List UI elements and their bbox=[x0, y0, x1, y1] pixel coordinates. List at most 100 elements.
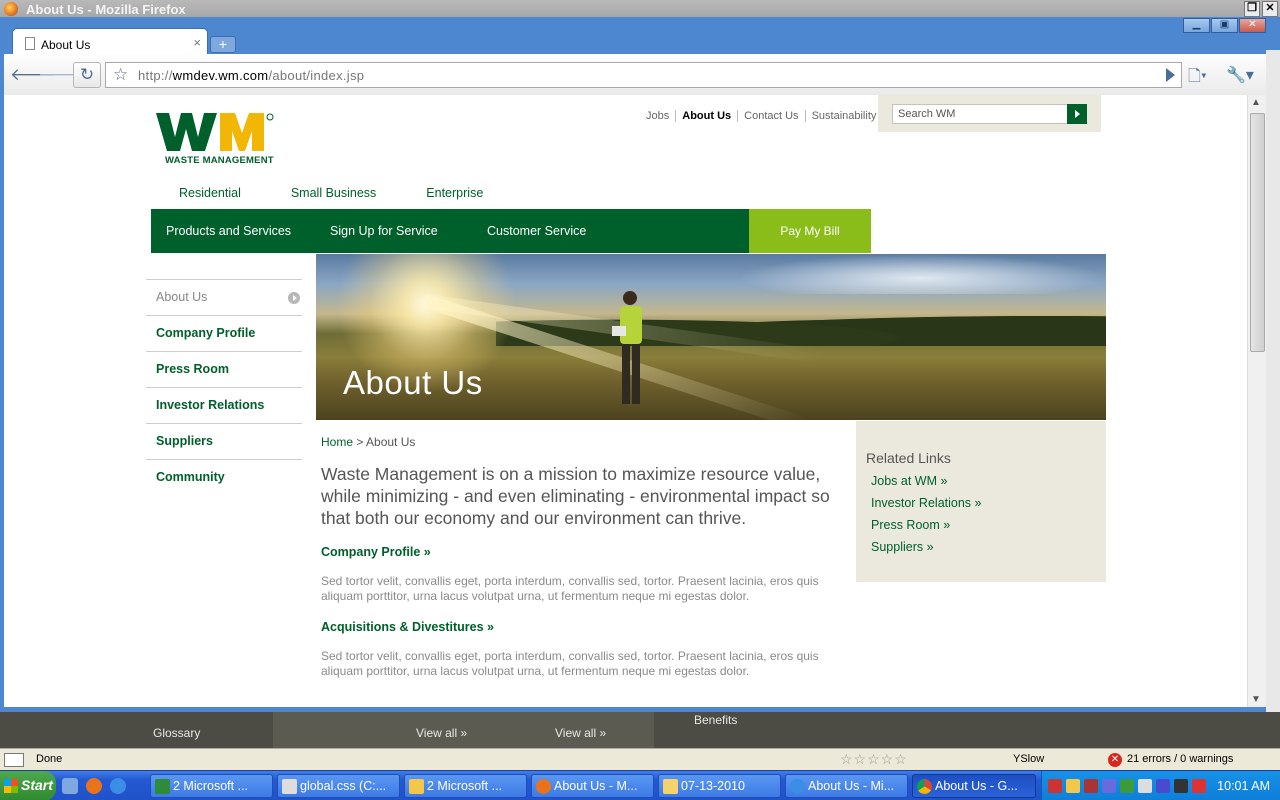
page-menu-icon[interactable]: 🗋▾ bbox=[1188, 65, 1207, 92]
related-link-suppliers[interactable]: Suppliers » bbox=[871, 540, 1096, 554]
tray-outlook-icon[interactable] bbox=[1066, 779, 1080, 793]
util-link-jobs[interactable]: Jobs bbox=[640, 110, 675, 122]
folder-icon bbox=[663, 779, 678, 794]
sidebar-item-company-profile[interactable]: Company Profile bbox=[146, 315, 302, 351]
sidebar-item-investor-relations[interactable]: Investor Relations bbox=[146, 387, 302, 423]
status-text: Done bbox=[36, 753, 63, 765]
start-button[interactable]: Start bbox=[0, 771, 56, 800]
tray-monitor-icon[interactable] bbox=[1102, 779, 1116, 793]
yslow-label[interactable]: YSlow bbox=[1013, 753, 1044, 765]
tray-app-icon[interactable] bbox=[1120, 779, 1134, 793]
hero-clouds bbox=[736, 254, 1106, 294]
scroll-down-icon[interactable]: ▼ bbox=[1251, 694, 1261, 705]
status-icon bbox=[4, 753, 24, 767]
wm-logo[interactable]: WASTE MANAGEMENT bbox=[154, 111, 304, 167]
breadcrumb-current: About Us bbox=[366, 435, 416, 449]
intro-text: Waste Management is on a mission to maxi… bbox=[321, 464, 830, 528]
footer-benefits[interactable]: Benefits bbox=[694, 713, 737, 727]
error-icon[interactable]: ✕ bbox=[1108, 753, 1122, 767]
wrench-menu-icon[interactable]: 🔧▾ bbox=[1226, 65, 1254, 85]
bookmark-star-icon[interactable]: ☆ bbox=[113, 65, 128, 85]
clock: 10:01 AM bbox=[1217, 779, 1270, 793]
tab-close-icon[interactable]: × bbox=[193, 35, 201, 50]
tray-shield-icon[interactable] bbox=[1048, 779, 1062, 793]
forward-icon[interactable]: 🡒 bbox=[38, 63, 84, 87]
hero-title: About Us bbox=[343, 364, 483, 401]
footer-glossary[interactable]: Glossary bbox=[153, 726, 200, 740]
tray-sync-icon[interactable] bbox=[1174, 779, 1188, 793]
search-input[interactable]: Search WM bbox=[892, 104, 1068, 124]
nav-sign-up[interactable]: Sign Up for Service bbox=[330, 224, 438, 238]
tab-about-us[interactable]: About Us × bbox=[12, 28, 208, 55]
url-text[interactable]: http://wmdev.wm.com/about/index.jsp bbox=[138, 68, 364, 83]
taskbar-button-folder[interactable]: 07-13-2010 bbox=[658, 774, 781, 798]
util-link-about-us[interactable]: About Us bbox=[675, 110, 737, 122]
sidebar-item-press-room[interactable]: Press Room bbox=[146, 351, 302, 387]
tray-volume-icon[interactable] bbox=[1156, 779, 1170, 793]
tray-tool-icon[interactable] bbox=[1138, 779, 1152, 793]
nav-products-services[interactable]: Products and Services bbox=[166, 224, 291, 238]
tab-label: About Us bbox=[41, 38, 91, 52]
page-scrollbar[interactable]: ▲ ▼ bbox=[1247, 95, 1266, 707]
close-icon[interactable]: ✕ bbox=[1262, 1, 1278, 17]
taskbar-button-global-css[interactable]: global.css (C:... bbox=[277, 774, 400, 798]
back-icon[interactable]: 🡐 bbox=[10, 63, 56, 87]
segment-enterprise[interactable]: Enterprise bbox=[426, 186, 483, 200]
segment-residential[interactable]: Residential bbox=[179, 186, 241, 200]
related-link-jobs[interactable]: Jobs at WM » bbox=[871, 474, 1096, 488]
new-tab-button[interactable]: + bbox=[210, 36, 236, 53]
breadcrumb: Home > About Us bbox=[321, 435, 836, 449]
related-link-press-room[interactable]: Press Room » bbox=[871, 518, 1096, 532]
quicklaunch-desktop-icon[interactable] bbox=[62, 778, 78, 794]
taskbar-button-firefox[interactable]: About Us - M... bbox=[531, 774, 654, 798]
quicklaunch-firefox-icon[interactable] bbox=[86, 778, 102, 794]
taskbar-button-ie[interactable]: About Us - Mi... bbox=[785, 774, 908, 798]
page-viewport: WASTE MANAGEMENT Jobs About Us Contact U… bbox=[4, 95, 1247, 707]
taskbar-button-excel[interactable]: 2 Microsoft ... bbox=[150, 774, 273, 798]
scroll-up-icon[interactable]: ▲ bbox=[1251, 97, 1261, 108]
breadcrumb-home[interactable]: Home bbox=[321, 435, 353, 449]
tray-network-icon[interactable] bbox=[1084, 779, 1098, 793]
search-go-button[interactable] bbox=[1067, 104, 1087, 124]
related-links-heading: Related Links bbox=[866, 450, 951, 466]
tray-alert-icon[interactable] bbox=[1192, 779, 1206, 793]
outlook-icon bbox=[409, 779, 424, 794]
scrollbar-thumb[interactable] bbox=[1250, 113, 1265, 352]
wm-logo-mark bbox=[156, 113, 274, 151]
util-link-contact-us[interactable]: Contact Us bbox=[737, 110, 804, 122]
pay-my-bill-button[interactable]: Pay My Bill bbox=[749, 209, 871, 253]
go-arrow-icon[interactable] bbox=[1166, 68, 1175, 82]
utility-nav: Jobs About Us Contact Us Sustainability bbox=[640, 110, 882, 122]
main-content: Home > About Us Waste Management is on a… bbox=[321, 435, 836, 679]
related-link-investor-relations[interactable]: Investor Relations » bbox=[871, 496, 1096, 510]
page-icon bbox=[25, 37, 35, 50]
minimize-icon[interactable]: ▁ bbox=[1183, 18, 1210, 33]
nav-customer-service[interactable]: Customer Service bbox=[487, 224, 586, 238]
window-close-icon[interactable]: ✕ bbox=[1239, 18, 1266, 33]
reload-button[interactable]: ↻ bbox=[73, 62, 101, 88]
taskbar-button-outlook[interactable]: 2 Microsoft ... bbox=[404, 774, 527, 798]
maximize-icon[interactable]: ▣ bbox=[1211, 18, 1238, 33]
background-window-scrollbar bbox=[1266, 50, 1280, 750]
restore-icon[interactable]: ❐ bbox=[1244, 1, 1260, 17]
hero-banner: About Us bbox=[316, 254, 1106, 420]
breadcrumb-separator: > bbox=[353, 435, 367, 449]
segment-small-business[interactable]: Small Business bbox=[291, 186, 376, 200]
sidebar-item-about-us[interactable]: About Us bbox=[146, 279, 302, 315]
section-heading-company-profile[interactable]: Company Profile » bbox=[321, 545, 836, 559]
section-heading-acquisitions[interactable]: Acquisitions & Divestitures » bbox=[321, 620, 836, 634]
footer-view-all-1[interactable]: View all » bbox=[416, 726, 467, 740]
firefox-icon bbox=[4, 2, 18, 16]
footer-view-all-2[interactable]: View all » bbox=[555, 726, 606, 740]
sidebar-item-suppliers[interactable]: Suppliers bbox=[146, 423, 302, 459]
util-link-sustainability[interactable]: Sustainability bbox=[804, 110, 883, 122]
browser-toolbar: 🡐 🡒 ↻ ☆ http://wmdev.wm.com/about/index.… bbox=[4, 54, 1276, 95]
error-count[interactable]: 21 errors / 0 warnings bbox=[1127, 753, 1233, 765]
taskbar-button-chrome[interactable]: About Us - G... bbox=[912, 774, 1036, 798]
arrow-bullet-icon bbox=[288, 292, 300, 304]
quicklaunch-ie-icon[interactable] bbox=[110, 778, 126, 794]
sidebar-item-community[interactable]: Community bbox=[146, 459, 302, 495]
address-bar[interactable]: ☆ http://wmdev.wm.com/about/index.jsp bbox=[105, 62, 1182, 88]
system-tray: 10:01 AM bbox=[1041, 771, 1280, 800]
rating-stars-icon[interactable]: ☆☆☆☆☆ bbox=[840, 751, 908, 768]
